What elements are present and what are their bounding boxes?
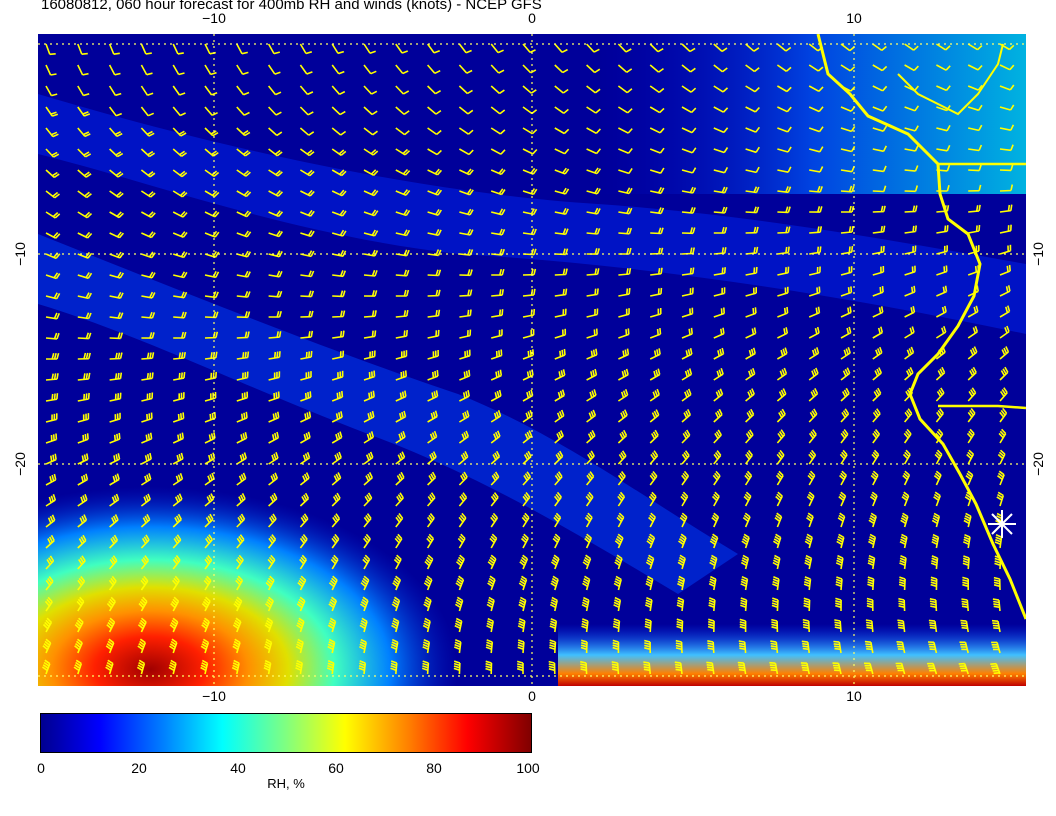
colorbar-tick-20: 20 (131, 760, 147, 776)
rh-high-south-strip (558, 624, 1026, 686)
bottom-tick-10: 10 (846, 688, 862, 704)
colorbar-tick-0: 0 (37, 760, 45, 776)
bottom-tick-0: 0 (528, 688, 536, 704)
rh-high-southwest (38, 354, 598, 686)
bottom-tick-neg10: −10 (202, 688, 226, 704)
top-tick-0: 0 (528, 10, 536, 26)
map-title: 16080812, 060 hour forecast for 400mb RH… (41, 0, 542, 13)
top-tick-neg10: −10 (202, 10, 226, 26)
top-tick-10: 10 (846, 10, 862, 26)
colorbar-tick-80: 80 (426, 760, 442, 776)
rh-wind-map (38, 34, 1026, 686)
left-tick-neg10: −10 (11, 242, 28, 266)
right-tick-neg10: −10 (1029, 242, 1046, 266)
right-tick-neg20: −20 (1029, 452, 1046, 476)
colorbar-label: RH, % (267, 776, 305, 791)
colorbar-tick-60: 60 (328, 760, 344, 776)
colorbar-tick-100: 100 (516, 760, 540, 776)
colorbar-tick-40: 40 (230, 760, 246, 776)
left-tick-neg20: −20 (11, 452, 28, 476)
asterisk-station-icon (988, 510, 1016, 538)
colorbar (40, 713, 532, 753)
map-panel (38, 34, 1026, 686)
